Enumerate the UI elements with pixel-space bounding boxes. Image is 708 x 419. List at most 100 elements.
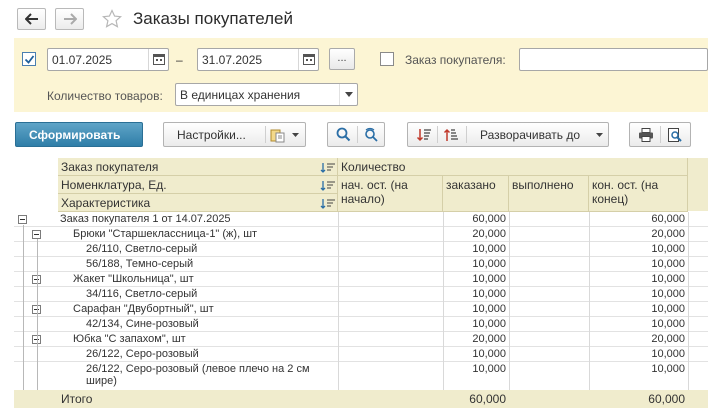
sort-descending-icon[interactable] <box>416 127 432 143</box>
generate-button[interactable]: Сформировать <box>15 122 143 147</box>
print-preview-icon[interactable] <box>667 127 683 143</box>
cell-start <box>338 347 443 361</box>
cell-end: 10,000 <box>651 318 685 330</box>
row-name: Жакет "Школьница", шт <box>73 273 194 285</box>
table-row[interactable]: 42/134, Сине-розовый 10,000 10,000 <box>14 317 708 332</box>
total-ordered: 60,000 <box>469 392 506 406</box>
header-nomenclature: Номенклатура, Ед. <box>58 176 338 194</box>
cell-done <box>509 347 589 361</box>
header-order: Заказ покупателя <box>58 158 338 176</box>
header-done: выполнено <box>509 176 589 212</box>
total-start <box>338 390 443 408</box>
order-label: Заказ покупателя: <box>405 53 506 67</box>
date-to-field[interactable]: 31.07.2025 <box>197 48 319 71</box>
order-field[interactable] <box>519 48 708 71</box>
header-characteristic: Характеристика <box>58 194 338 212</box>
row-name: 42/134, Сине-розовый <box>86 318 199 330</box>
report-header: Заказ покупателя Номенклатура, Ед. Харак… <box>14 158 708 212</box>
chevron-down-icon <box>292 133 299 137</box>
table-row[interactable]: Юбка "С запахом", шт 20,000 20,000 <box>14 332 708 347</box>
period-select-button[interactable]: ... <box>329 48 355 70</box>
forward-button[interactable] <box>55 8 84 30</box>
cell-ordered: 10,000 <box>472 288 506 300</box>
cell-ordered: 20,000 <box>472 333 506 345</box>
search-refresh-icon[interactable] <box>363 127 379 143</box>
cell-start <box>338 242 443 256</box>
cell-end: 10,000 <box>651 258 685 270</box>
period-checkbox[interactable] <box>22 52 36 66</box>
favorite-star-icon[interactable] <box>102 9 122 29</box>
dropdown-button[interactable] <box>339 84 357 105</box>
cell-ordered: 10,000 <box>472 273 506 285</box>
print-group <box>629 122 691 147</box>
date-dash: – <box>176 53 183 67</box>
sort-ascending-icon[interactable] <box>443 127 459 143</box>
cell-end: 10,000 <box>651 348 685 360</box>
header-ordered: заказано <box>443 176 509 212</box>
table-row[interactable]: Жакет "Школьница", шт 10,000 10,000 <box>14 272 708 287</box>
table-row[interactable]: 26/122, Серо-розовый (левое плечо на 2 с… <box>14 362 708 392</box>
qty-label: Количество товаров: <box>47 89 163 103</box>
sort-toggle-icon[interactable] <box>320 199 336 209</box>
cell-done <box>509 317 589 331</box>
cell-ordered: 60,000 <box>472 213 506 225</box>
report-grid[interactable]: Заказ покупателя Номенклатура, Ед. Харак… <box>14 157 708 419</box>
back-button[interactable] <box>17 8 46 30</box>
report-variant-icon <box>270 129 285 143</box>
page-title: Заказы покупателей <box>133 9 293 28</box>
table-row[interactable]: 26/122, Серо-розовый 10,000 10,000 <box>14 347 708 362</box>
cell-ordered: 10,000 <box>472 243 506 255</box>
calendar-icon <box>153 54 165 65</box>
total-done <box>509 390 589 408</box>
total-row: Итого 60,000 60,000 <box>14 390 708 408</box>
table-row[interactable]: Сарафан "Двубортный", шт 10,000 10,000 <box>14 302 708 317</box>
cell-start <box>338 362 443 391</box>
cell-ordered: 10,000 <box>472 318 506 330</box>
expand-group: Разворачивать до <box>407 122 609 147</box>
cell-done <box>509 227 589 241</box>
calendar-button[interactable] <box>148 49 168 70</box>
date-from-value: 01.07.2025 <box>52 53 113 67</box>
cell-start <box>338 227 443 241</box>
calendar-button[interactable] <box>298 49 318 70</box>
cell-start <box>338 317 443 331</box>
expand-to-button[interactable]: Разворачивать до <box>480 128 580 142</box>
row-name: Сарафан "Двубортный", шт <box>73 303 214 315</box>
cell-done <box>509 302 589 316</box>
settings-button[interactable]: Настройки... <box>163 122 306 147</box>
check-icon <box>24 55 35 64</box>
chevron-down-icon <box>345 92 353 97</box>
cell-ordered: 10,000 <box>472 258 506 270</box>
cell-start <box>338 332 443 346</box>
collapse-toggle-icon[interactable] <box>18 215 27 224</box>
cell-ordered: 10,000 <box>472 303 506 315</box>
date-from-field[interactable]: 01.07.2025 <box>47 48 169 71</box>
table-row[interactable]: Брюки "Старшеклассница-1" (ж), шт 20,000 2… <box>14 227 708 242</box>
sort-toggle-icon[interactable] <box>320 181 336 191</box>
cell-done <box>509 257 589 271</box>
header-start-balance: нач. ост. (на начало) <box>338 176 443 212</box>
arrow-left-icon <box>25 13 38 25</box>
search-icon[interactable] <box>336 127 351 142</box>
table-row[interactable]: 26/110, Светло-серый 10,000 10,000 <box>14 242 708 257</box>
cell-end: 10,000 <box>651 363 685 375</box>
arrow-right-icon <box>64 13 77 25</box>
table-row[interactable]: Заказ покупателя 1 от 14.07.2025 60,000 60… <box>14 212 708 227</box>
order-checkbox[interactable] <box>380 52 394 66</box>
chevron-down-icon <box>596 133 603 137</box>
row-name: 26/122, Серо-розовый (левое плечо на 2 с… <box>86 363 310 387</box>
cell-start <box>338 302 443 316</box>
title-bar: Заказы покупателей <box>0 0 708 38</box>
cell-end: 10,000 <box>651 273 685 285</box>
print-icon[interactable] <box>638 127 654 143</box>
cell-end: 60,000 <box>651 213 685 225</box>
table-row[interactable]: 34/116, Светло-серый 10,000 10,000 <box>14 287 708 302</box>
collapse-toggle-icon[interactable] <box>32 230 41 239</box>
table-row[interactable]: 56/188, Темно-серый 10,000 10,000 <box>14 257 708 272</box>
cell-end: 20,000 <box>651 228 685 240</box>
cell-start <box>338 212 443 226</box>
qty-unit-select[interactable]: В единицах хранения <box>175 83 358 106</box>
cell-done <box>509 212 589 226</box>
sort-toggle-icon[interactable] <box>320 163 336 173</box>
cell-end: 10,000 <box>651 243 685 255</box>
